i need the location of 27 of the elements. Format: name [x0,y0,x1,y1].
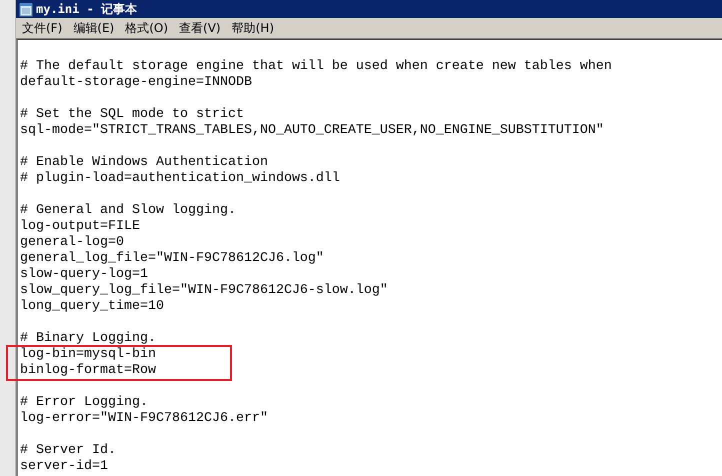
code-line: slow_query_log_file="WIN-F9C78612CJ6-slow.log" [20,283,388,298]
code-line: log-error="WIN-F9C78612CJ6.err" [20,411,268,426]
code-line: general-log=0 [20,235,124,250]
code-line: # Set the SQL mode to strict [20,107,244,122]
code-line: # The default storage engine that will be used when create new tables when [20,59,612,74]
menu-item[interactable]: 格式(O) [125,20,168,36]
code-line: # Enable Windows Authentication [20,155,268,170]
code-line: general_log_file="WIN-F9C78612CJ6.log" [20,251,324,266]
notepad-icon [19,2,33,16]
code-line: # Error Logging. [20,395,148,410]
code-line: long_query_time=10 [20,299,164,314]
code-line: server-id=1 [20,459,108,474]
menu-item[interactable]: 查看(V) [179,20,221,36]
code-line: log-bin=mysql-bin [20,347,156,362]
code-line: default-storage-engine=INNODB [20,75,252,90]
code-line: # Binary Logging. [20,331,156,346]
menu-item[interactable]: 帮助(H) [232,20,274,36]
code-line: binlog-format=Row [20,363,156,378]
code-line: # Server Id. [20,443,116,458]
menu-item[interactable]: 文件(F) [22,20,62,36]
code-line: log-output=FILE [20,219,140,234]
code-line: # General and Slow logging. [20,203,236,218]
menu-item[interactable]: 编辑(E) [73,20,114,36]
code-line: # plugin-load=authentication_windows.dll [20,171,340,186]
code-line: sql-mode="STRICT_TRANS_TABLES,NO_AUTO_CREATE_USER,NO_ENGINE_SUBSTITUTION" [20,123,604,138]
code-line: slow-query-log=1 [20,267,148,282]
window-title: my.ini - 记事本 [36,0,138,18]
